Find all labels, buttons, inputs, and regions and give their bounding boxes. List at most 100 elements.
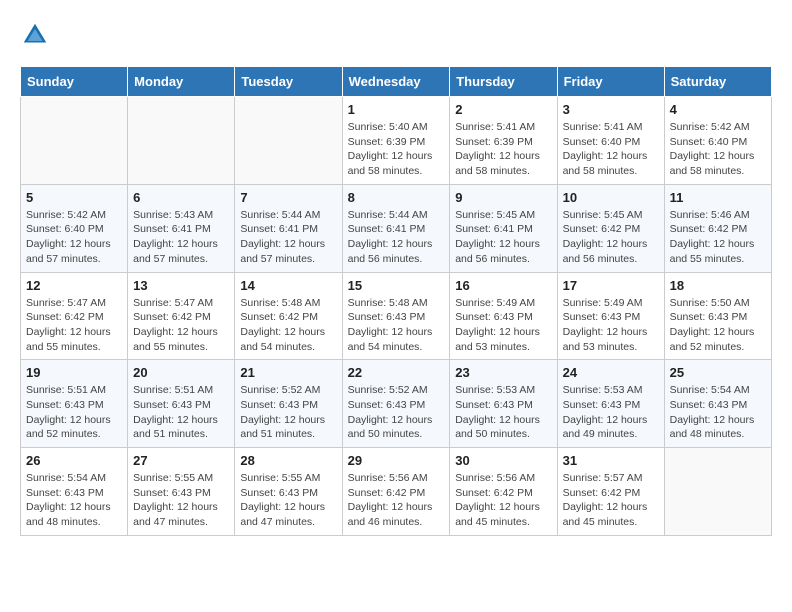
calendar-cell: 27 Sunrise: 5:55 AM Sunset: 6:43 PM Dayli… <box>128 448 235 536</box>
day-info: Sunrise: 5:42 AM Sunset: 6:40 PM Dayligh… <box>670 120 766 179</box>
day-number: 18 <box>670 278 766 293</box>
day-info: Sunrise: 5:42 AM Sunset: 6:40 PM Dayligh… <box>26 208 122 267</box>
day-number: 12 <box>26 278 122 293</box>
day-number: 30 <box>455 453 551 468</box>
day-info: Sunrise: 5:53 AM Sunset: 6:43 PM Dayligh… <box>563 383 659 442</box>
calendar-cell: 5 Sunrise: 5:42 AM Sunset: 6:40 PM Daylig… <box>21 184 128 272</box>
calendar-cell: 4 Sunrise: 5:42 AM Sunset: 6:40 PM Daylig… <box>664 97 771 185</box>
calendar-cell: 14 Sunrise: 5:48 AM Sunset: 6:42 PM Dayli… <box>235 272 342 360</box>
day-info: Sunrise: 5:46 AM Sunset: 6:42 PM Dayligh… <box>670 208 766 267</box>
weekday-header-tuesday: Tuesday <box>235 67 342 97</box>
day-info: Sunrise: 5:56 AM Sunset: 6:42 PM Dayligh… <box>455 471 551 530</box>
day-number: 19 <box>26 365 122 380</box>
weekday-header-friday: Friday <box>557 67 664 97</box>
calendar-cell: 21 Sunrise: 5:52 AM Sunset: 6:43 PM Dayli… <box>235 360 342 448</box>
calendar-cell <box>128 97 235 185</box>
day-info: Sunrise: 5:48 AM Sunset: 6:43 PM Dayligh… <box>348 296 445 355</box>
day-number: 21 <box>240 365 336 380</box>
day-number: 9 <box>455 190 551 205</box>
calendar-week-row: 12 Sunrise: 5:47 AM Sunset: 6:42 PM Dayli… <box>21 272 772 360</box>
day-info: Sunrise: 5:50 AM Sunset: 6:43 PM Dayligh… <box>670 296 766 355</box>
calendar-cell: 16 Sunrise: 5:49 AM Sunset: 6:43 PM Dayli… <box>450 272 557 360</box>
calendar-cell: 31Sunrise: 5:57 AM Sunset: 6:42 PM Dayli… <box>557 448 664 536</box>
day-info: Sunrise: 5:53 AM Sunset: 6:43 PM Dayligh… <box>455 383 551 442</box>
day-info: Sunrise: 5:57 AM Sunset: 6:42 PM Dayligh… <box>563 471 659 530</box>
calendar-cell: 17 Sunrise: 5:49 AM Sunset: 6:43 PM Dayli… <box>557 272 664 360</box>
day-number: 24 <box>563 365 659 380</box>
calendar-cell: 22 Sunrise: 5:52 AM Sunset: 6:43 PM Dayli… <box>342 360 450 448</box>
weekday-header-sunday: Sunday <box>21 67 128 97</box>
day-number: 23 <box>455 365 551 380</box>
day-number: 15 <box>348 278 445 293</box>
calendar-cell: 12 Sunrise: 5:47 AM Sunset: 6:42 PM Dayli… <box>21 272 128 360</box>
day-number: 8 <box>348 190 445 205</box>
day-info: Sunrise: 5:55 AM Sunset: 6:43 PM Dayligh… <box>133 471 229 530</box>
calendar-cell <box>21 97 128 185</box>
day-number: 16 <box>455 278 551 293</box>
day-number: 17 <box>563 278 659 293</box>
weekday-header-wednesday: Wednesday <box>342 67 450 97</box>
day-info: Sunrise: 5:43 AM Sunset: 6:41 PM Dayligh… <box>133 208 229 267</box>
day-number: 25 <box>670 365 766 380</box>
day-info: Sunrise: 5:54 AM Sunset: 6:43 PM Dayligh… <box>670 383 766 442</box>
day-info: Sunrise: 5:48 AM Sunset: 6:42 PM Dayligh… <box>240 296 336 355</box>
day-number: 2 <box>455 102 551 117</box>
calendar-cell: 19 Sunrise: 5:51 AM Sunset: 6:43 PM Dayli… <box>21 360 128 448</box>
day-number: 6 <box>133 190 229 205</box>
calendar-cell: 20Sunrise: 5:51 AM Sunset: 6:43 PM Dayli… <box>128 360 235 448</box>
calendar-cell: 8 Sunrise: 5:44 AM Sunset: 6:41 PM Daylig… <box>342 184 450 272</box>
day-number: 3 <box>563 102 659 117</box>
calendar-week-row: 26 Sunrise: 5:54 AM Sunset: 6:43 PM Dayli… <box>21 448 772 536</box>
calendar-cell <box>664 448 771 536</box>
calendar-cell: 7Sunrise: 5:44 AM Sunset: 6:41 PM Daylig… <box>235 184 342 272</box>
day-number: 26 <box>26 453 122 468</box>
day-info: Sunrise: 5:51 AM Sunset: 6:43 PM Dayligh… <box>133 383 229 442</box>
day-info: Sunrise: 5:49 AM Sunset: 6:43 PM Dayligh… <box>455 296 551 355</box>
day-info: Sunrise: 5:45 AM Sunset: 6:41 PM Dayligh… <box>455 208 551 267</box>
calendar-cell: 30 Sunrise: 5:56 AM Sunset: 6:42 PM Dayli… <box>450 448 557 536</box>
calendar-cell: 9 Sunrise: 5:45 AM Sunset: 6:41 PM Daylig… <box>450 184 557 272</box>
day-number: 10 <box>563 190 659 205</box>
day-info: Sunrise: 5:47 AM Sunset: 6:42 PM Dayligh… <box>26 296 122 355</box>
logo <box>20 20 54 50</box>
calendar-cell: 18 Sunrise: 5:50 AM Sunset: 6:43 PM Dayli… <box>664 272 771 360</box>
day-info: Sunrise: 5:41 AM Sunset: 6:40 PM Dayligh… <box>563 120 659 179</box>
weekday-header-monday: Monday <box>128 67 235 97</box>
day-info: Sunrise: 5:52 AM Sunset: 6:43 PM Dayligh… <box>240 383 336 442</box>
weekday-header-saturday: Saturday <box>664 67 771 97</box>
day-number: 4 <box>670 102 766 117</box>
day-info: Sunrise: 5:56 AM Sunset: 6:42 PM Dayligh… <box>348 471 445 530</box>
calendar-week-row: 1 Sunrise: 5:40 AM Sunset: 6:39 PM Daylig… <box>21 97 772 185</box>
day-info: Sunrise: 5:54 AM Sunset: 6:43 PM Dayligh… <box>26 471 122 530</box>
day-info: Sunrise: 5:45 AM Sunset: 6:42 PM Dayligh… <box>563 208 659 267</box>
calendar-cell: 29 Sunrise: 5:56 AM Sunset: 6:42 PM Dayli… <box>342 448 450 536</box>
calendar-cell: 15 Sunrise: 5:48 AM Sunset: 6:43 PM Dayli… <box>342 272 450 360</box>
day-number: 7 <box>240 190 336 205</box>
day-number: 5 <box>26 190 122 205</box>
day-info: Sunrise: 5:41 AM Sunset: 6:39 PM Dayligh… <box>455 120 551 179</box>
day-number: 14 <box>240 278 336 293</box>
day-info: Sunrise: 5:47 AM Sunset: 6:42 PM Dayligh… <box>133 296 229 355</box>
calendar-cell: 1 Sunrise: 5:40 AM Sunset: 6:39 PM Daylig… <box>342 97 450 185</box>
calendar-cell: 13 Sunrise: 5:47 AM Sunset: 6:42 PM Dayli… <box>128 272 235 360</box>
day-info: Sunrise: 5:51 AM Sunset: 6:43 PM Dayligh… <box>26 383 122 442</box>
calendar-week-row: 5 Sunrise: 5:42 AM Sunset: 6:40 PM Daylig… <box>21 184 772 272</box>
day-number: 22 <box>348 365 445 380</box>
weekday-header-thursday: Thursday <box>450 67 557 97</box>
day-info: Sunrise: 5:49 AM Sunset: 6:43 PM Dayligh… <box>563 296 659 355</box>
page-header <box>20 20 772 50</box>
calendar-cell: 2 Sunrise: 5:41 AM Sunset: 6:39 PM Daylig… <box>450 97 557 185</box>
calendar-week-row: 19 Sunrise: 5:51 AM Sunset: 6:43 PM Dayli… <box>21 360 772 448</box>
day-info: Sunrise: 5:52 AM Sunset: 6:43 PM Dayligh… <box>348 383 445 442</box>
calendar-cell: 6 Sunrise: 5:43 AM Sunset: 6:41 PM Daylig… <box>128 184 235 272</box>
calendar-cell: 25 Sunrise: 5:54 AM Sunset: 6:43 PM Dayli… <box>664 360 771 448</box>
day-info: Sunrise: 5:40 AM Sunset: 6:39 PM Dayligh… <box>348 120 445 179</box>
day-number: 27 <box>133 453 229 468</box>
day-info: Sunrise: 5:44 AM Sunset: 6:41 PM Dayligh… <box>348 208 445 267</box>
day-number: 29 <box>348 453 445 468</box>
calendar-cell: 10 Sunrise: 5:45 AM Sunset: 6:42 PM Dayli… <box>557 184 664 272</box>
day-number: 1 <box>348 102 445 117</box>
calendar-cell: 26 Sunrise: 5:54 AM Sunset: 6:43 PM Dayli… <box>21 448 128 536</box>
day-number: 13 <box>133 278 229 293</box>
day-info: Sunrise: 5:55 AM Sunset: 6:43 PM Dayligh… <box>240 471 336 530</box>
